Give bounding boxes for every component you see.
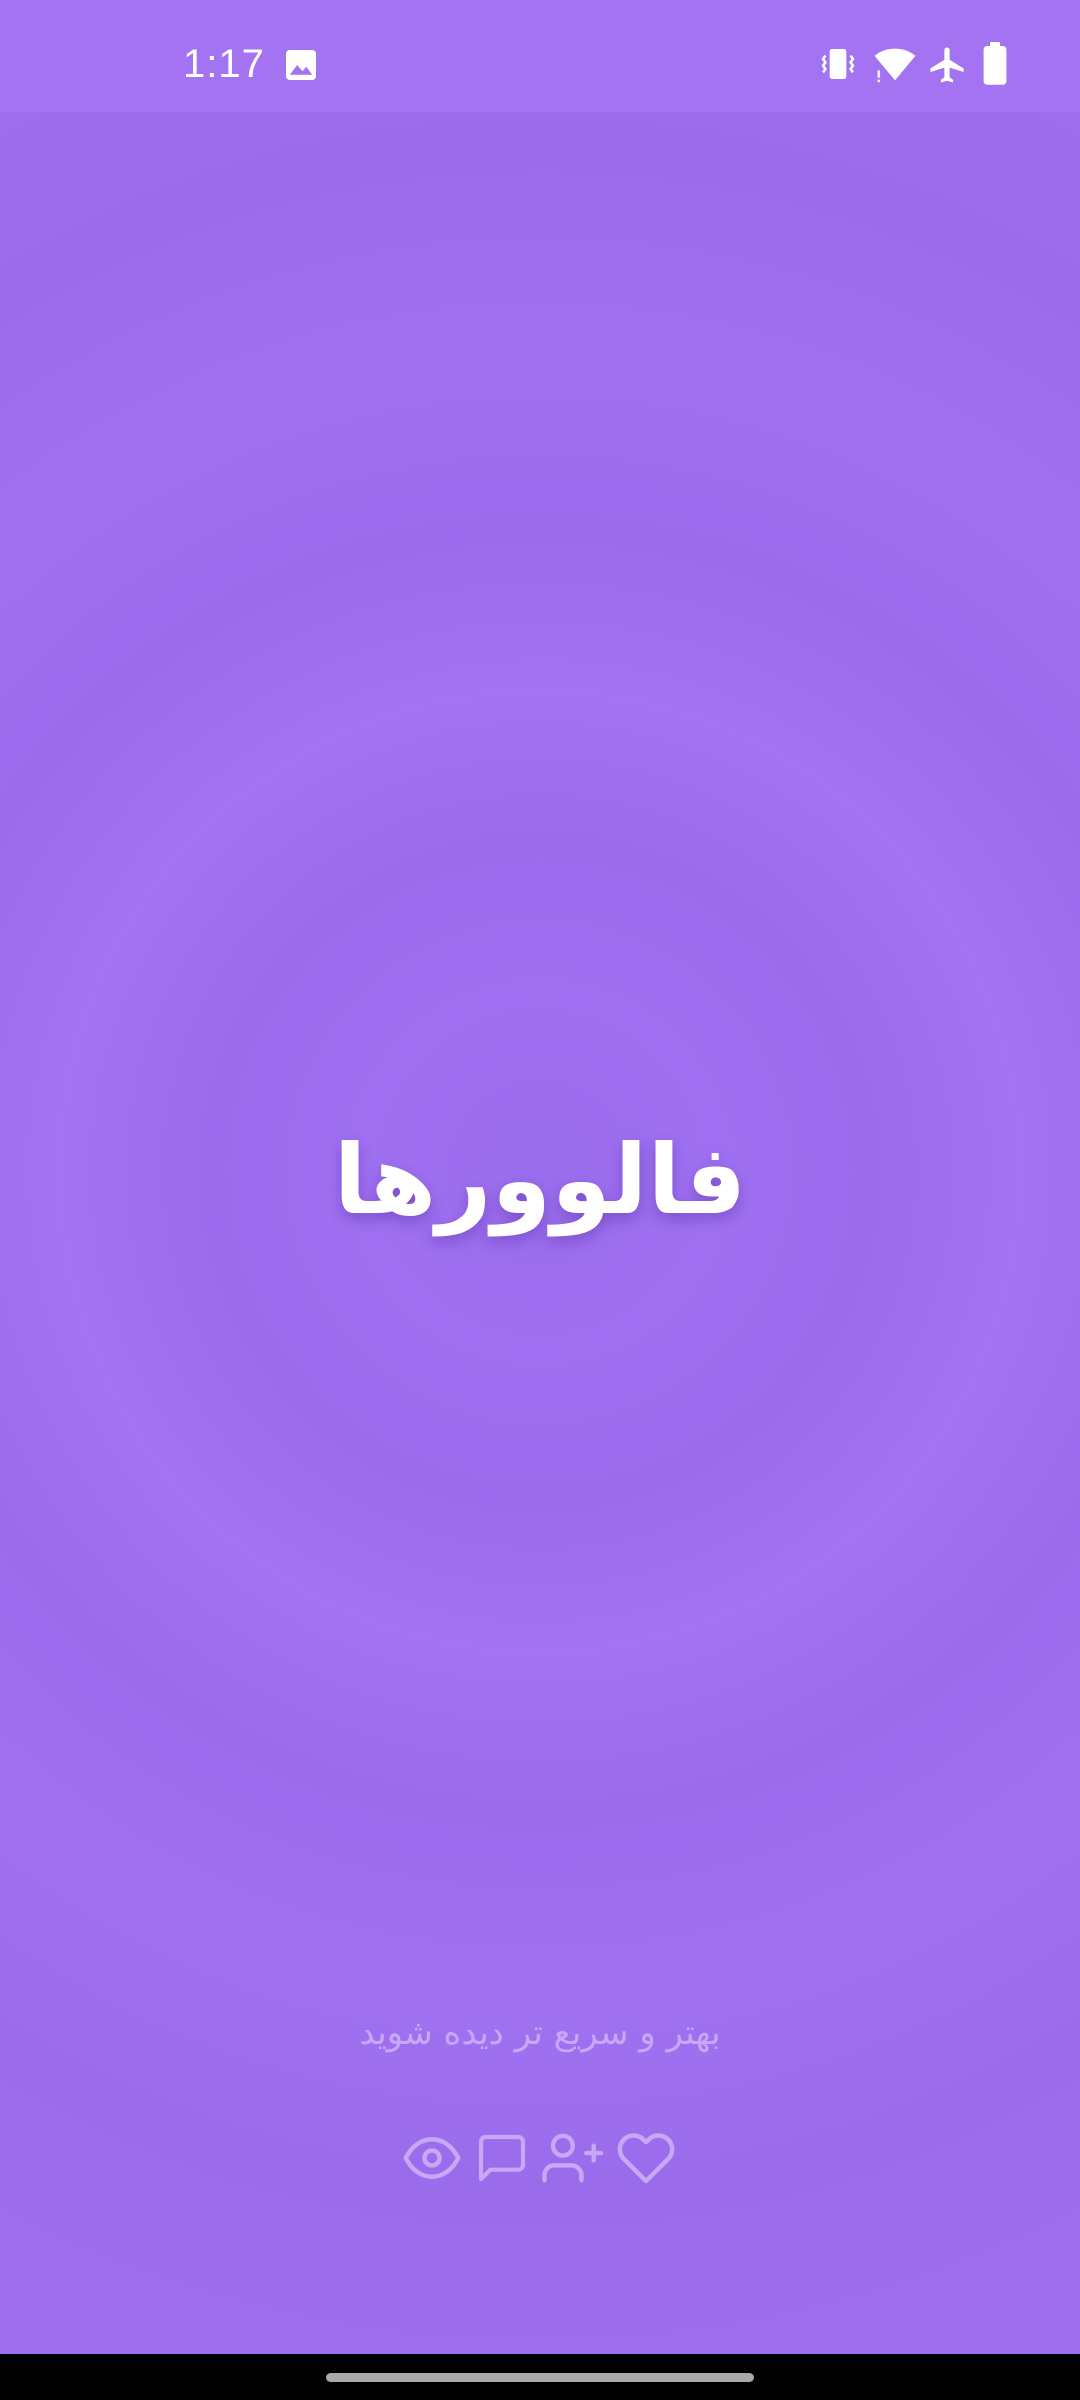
eye-icon xyxy=(403,2137,461,2179)
airplane-mode-icon xyxy=(930,47,964,83)
status-clock: 1:17 xyxy=(183,42,265,86)
navigation-bar xyxy=(0,2354,1080,2400)
tagline: بهتر و سریع تر دیده شوید xyxy=(359,2013,721,2053)
app-title: فالوورها xyxy=(333,1124,747,1236)
battery-icon xyxy=(983,42,1007,85)
vibrate-icon xyxy=(821,49,855,79)
feature-icons xyxy=(402,2128,678,2188)
wifi-icon xyxy=(874,48,916,83)
heart-icon xyxy=(617,2133,675,2184)
status-bar: 1:17 xyxy=(0,0,1080,112)
comment-icon xyxy=(478,2134,526,2182)
splash-screen: 1:17 فالوورها بهتر و سریع تر دیده شوید xyxy=(0,0,1080,2400)
image-icon xyxy=(286,50,316,80)
add-user-icon xyxy=(542,2133,604,2183)
home-gesture-handle[interactable] xyxy=(326,2373,754,2382)
